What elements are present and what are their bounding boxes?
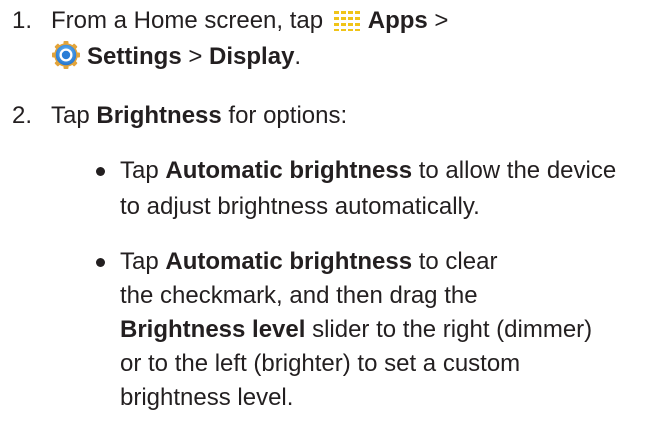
bullet-dot [96, 258, 105, 267]
settings-gear-icon [51, 40, 81, 70]
step-1-line-1: From a Home screen, tap Apps > [51, 4, 448, 38]
step-1-number: 1. [12, 7, 33, 34]
brightness-label: Brightness [96, 102, 222, 129]
bullet-2-line-3: Brightness level slider to the right (di… [120, 313, 592, 347]
settings-label: Settings [87, 43, 182, 70]
bullet-dot [96, 167, 105, 176]
bullet-1-line-2: to adjust brightness automatically. [120, 193, 480, 220]
step-2-text-prefix: Tap [51, 102, 97, 129]
step-2-text-suffix: for options: [221, 102, 348, 129]
step-2-number: 2. [12, 102, 33, 129]
automatic-brightness-label: Automatic brightness [165, 248, 413, 275]
bullet-2-text-suffix: to clear [412, 248, 498, 275]
step-1-separator: > [181, 43, 210, 70]
bullet-2-line-2: the checkmark, and then drag the [120, 282, 478, 309]
bullet-1-line-1: Tap Automatic brightness to allow the de… [120, 154, 616, 188]
apps-label: Apps [367, 7, 428, 34]
bullet-2-text-prefix: Tap [120, 248, 166, 275]
step-1-text-suffix: > [427, 7, 449, 34]
brightness-level-label: Brightness level [120, 316, 306, 343]
bullet-1-text-prefix: Tap [120, 157, 166, 184]
bullet-1-text-suffix: to allow the device [412, 157, 617, 184]
automatic-brightness-label: Automatic brightness [165, 157, 413, 184]
bullet-2-line-4: or to the left (brighter) to set a custo… [120, 350, 521, 377]
bullet-2-line-1: Tap Automatic brightness to clear [120, 245, 497, 279]
bullet-2-line-3-suffix: slider to the right (dimmer) [305, 316, 593, 343]
step-1-text-prefix: From a Home screen, tap [51, 7, 330, 34]
step-1-line-2: Settings > Display. [51, 40, 301, 74]
step-1-period: . [294, 43, 302, 70]
apps-grid-icon [332, 8, 366, 32]
display-label: Display [209, 43, 295, 70]
bullet-2-line-5: brightness level. [120, 384, 294, 411]
step-2-line: Tap Brightness for options: [51, 99, 347, 133]
